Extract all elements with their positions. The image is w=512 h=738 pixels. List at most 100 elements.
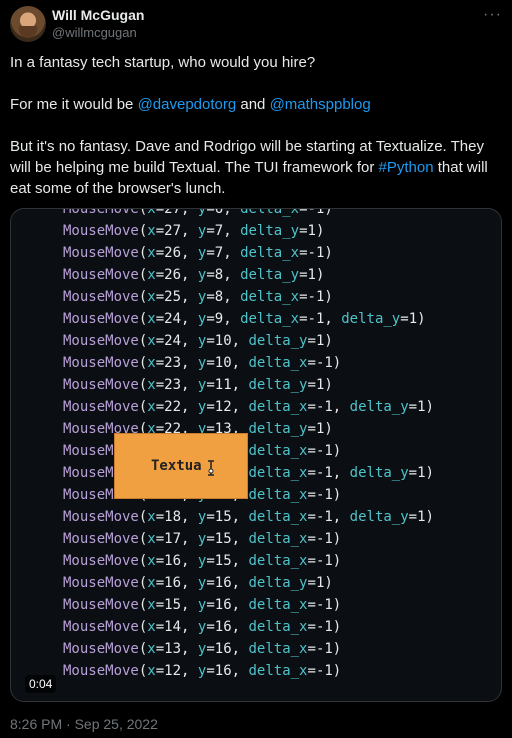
- arg-name: delta_x: [248, 465, 308, 481]
- arg-name: delta_x: [240, 289, 300, 305]
- display-name[interactable]: Will McGugan: [52, 7, 144, 23]
- video-player[interactable]: MouseMove(x=27, y=6, delta_x=-1) MouseMov…: [10, 208, 502, 702]
- mention-davepdotorg[interactable]: @davepdotorg: [138, 96, 237, 113]
- arg-name: x: [147, 399, 156, 415]
- arg-value: 15: [214, 553, 232, 569]
- arg-name: x: [147, 208, 156, 217]
- arg-value: 11: [214, 377, 232, 393]
- terminal-line: MouseMove(x=15, y=16, delta_x=-1): [63, 597, 342, 613]
- text-cursor-icon: [208, 460, 214, 476]
- arg-value: 7: [214, 245, 224, 261]
- arg-name: delta_y: [248, 333, 308, 349]
- terminal-line: MouseMove(x=14, y=16, delta_x=-1): [63, 619, 342, 635]
- arg-value: -1: [307, 311, 325, 327]
- tweet-line: and: [236, 96, 270, 113]
- arg-value: -1: [315, 641, 333, 657]
- arg-name: x: [147, 311, 156, 327]
- arg-name: delta_x: [248, 663, 308, 679]
- arg-value: 26: [164, 267, 182, 283]
- video-timer: 0:04: [25, 675, 57, 693]
- tweet-header: Will McGugan @willmcgugan ···: [10, 6, 502, 42]
- arg-value: 24: [164, 333, 182, 349]
- avatar[interactable]: [10, 6, 46, 42]
- arg-value: 18: [164, 509, 182, 525]
- event-name: MouseMove: [63, 289, 139, 305]
- terminal-line: MouseMove(x=13, y=16, delta_x=-1): [63, 641, 342, 657]
- arg-name: delta_x: [248, 597, 308, 613]
- arg-value: 9: [214, 311, 224, 327]
- arg-name: delta_x: [248, 531, 308, 547]
- arg-value: 16: [214, 597, 232, 613]
- arg-name: x: [147, 531, 156, 547]
- arg-value: 16: [214, 575, 232, 591]
- tweet-paragraph-1: In a fantasy tech startup, who would you…: [10, 52, 502, 73]
- arg-value: 12: [164, 663, 182, 679]
- arg-value: 27: [164, 223, 182, 239]
- arg-value: 8: [214, 267, 224, 283]
- tweet-line: For me it would be: [10, 96, 138, 113]
- arg-value: 27: [164, 208, 182, 217]
- arg-value: 25: [164, 289, 182, 305]
- arg-value: 1: [417, 509, 426, 525]
- arg-value: -1: [315, 531, 333, 547]
- arg-name: x: [147, 509, 156, 525]
- arg-name: delta_y: [240, 267, 300, 283]
- mention-mathsppblog[interactable]: @mathsppblog: [270, 96, 371, 113]
- hashtag-python[interactable]: #Python: [379, 159, 434, 176]
- arg-value: 1: [417, 465, 426, 481]
- event-name: MouseMove: [63, 663, 139, 679]
- arg-value: -1: [315, 619, 333, 635]
- arg-value: 10: [214, 355, 232, 371]
- arg-name: x: [147, 663, 156, 679]
- arg-name: delta_y: [349, 509, 409, 525]
- arg-name: x: [147, 553, 156, 569]
- arg-value: 6: [214, 208, 224, 217]
- event-name: MouseMove: [63, 531, 139, 547]
- terminal-line: MouseMove(x=22, y=12, delta_x=-1, delta_…: [63, 399, 434, 415]
- toast-label: Textua: [151, 458, 202, 474]
- arg-value: -1: [315, 399, 333, 415]
- arg-name: delta_y: [349, 399, 409, 415]
- arg-value: 1: [408, 311, 418, 327]
- arg-name: delta_x: [248, 553, 308, 569]
- tweet-paragraph-3: But it's no fantasy. Dave and Rodrigo wi…: [10, 136, 502, 199]
- user-handle[interactable]: @willmcgugan: [52, 25, 137, 40]
- tweet-timestamp[interactable]: 8:26 PM · Sep 25, 2022: [10, 716, 158, 732]
- arg-value: -1: [315, 487, 333, 503]
- event-name: MouseMove: [63, 333, 139, 349]
- tweet-text: In a fantasy tech startup, who would you…: [10, 52, 502, 199]
- arg-value: -1: [315, 443, 333, 459]
- arg-name: delta_x: [248, 487, 308, 503]
- arg-value: 16: [214, 619, 232, 635]
- arg-name: x: [147, 223, 156, 239]
- arg-value: -1: [315, 355, 333, 371]
- arg-name: delta_x: [240, 208, 300, 217]
- arg-value: 15: [214, 531, 232, 547]
- arg-name: x: [147, 619, 156, 635]
- arg-value: 22: [164, 399, 182, 415]
- arg-value: 13: [164, 641, 182, 657]
- arg-name: delta_x: [248, 399, 308, 415]
- arg-name: x: [147, 597, 156, 613]
- event-name: MouseMove: [63, 509, 139, 525]
- arg-value: 16: [164, 553, 182, 569]
- arg-value: 8: [214, 289, 224, 305]
- arg-value: 16: [214, 641, 232, 657]
- arg-name: delta_x: [248, 641, 308, 657]
- arg-value: -1: [307, 245, 325, 261]
- arg-name: delta_y: [341, 311, 401, 327]
- arg-value: 1: [417, 399, 426, 415]
- terminal-line: MouseMove(x=12, y=16, delta_x=-1): [63, 663, 342, 679]
- arg-value: -1: [315, 663, 333, 679]
- arg-value: 23: [164, 377, 182, 393]
- terminal-line: MouseMove(x=23, y=10, delta_x=-1): [63, 355, 342, 371]
- arg-value: 14: [164, 619, 182, 635]
- arg-value: -1: [315, 509, 333, 525]
- terminal-line: MouseMove(x=23, y=11, delta_y=1): [63, 377, 333, 393]
- more-options-icon[interactable]: ···: [483, 6, 502, 24]
- terminal-line: MouseMove(x=24, y=10, delta_y=1): [63, 333, 333, 349]
- event-name: MouseMove: [63, 553, 139, 569]
- arg-name: delta_y: [248, 421, 308, 437]
- arg-value: 24: [164, 311, 182, 327]
- arg-value: 15: [214, 509, 232, 525]
